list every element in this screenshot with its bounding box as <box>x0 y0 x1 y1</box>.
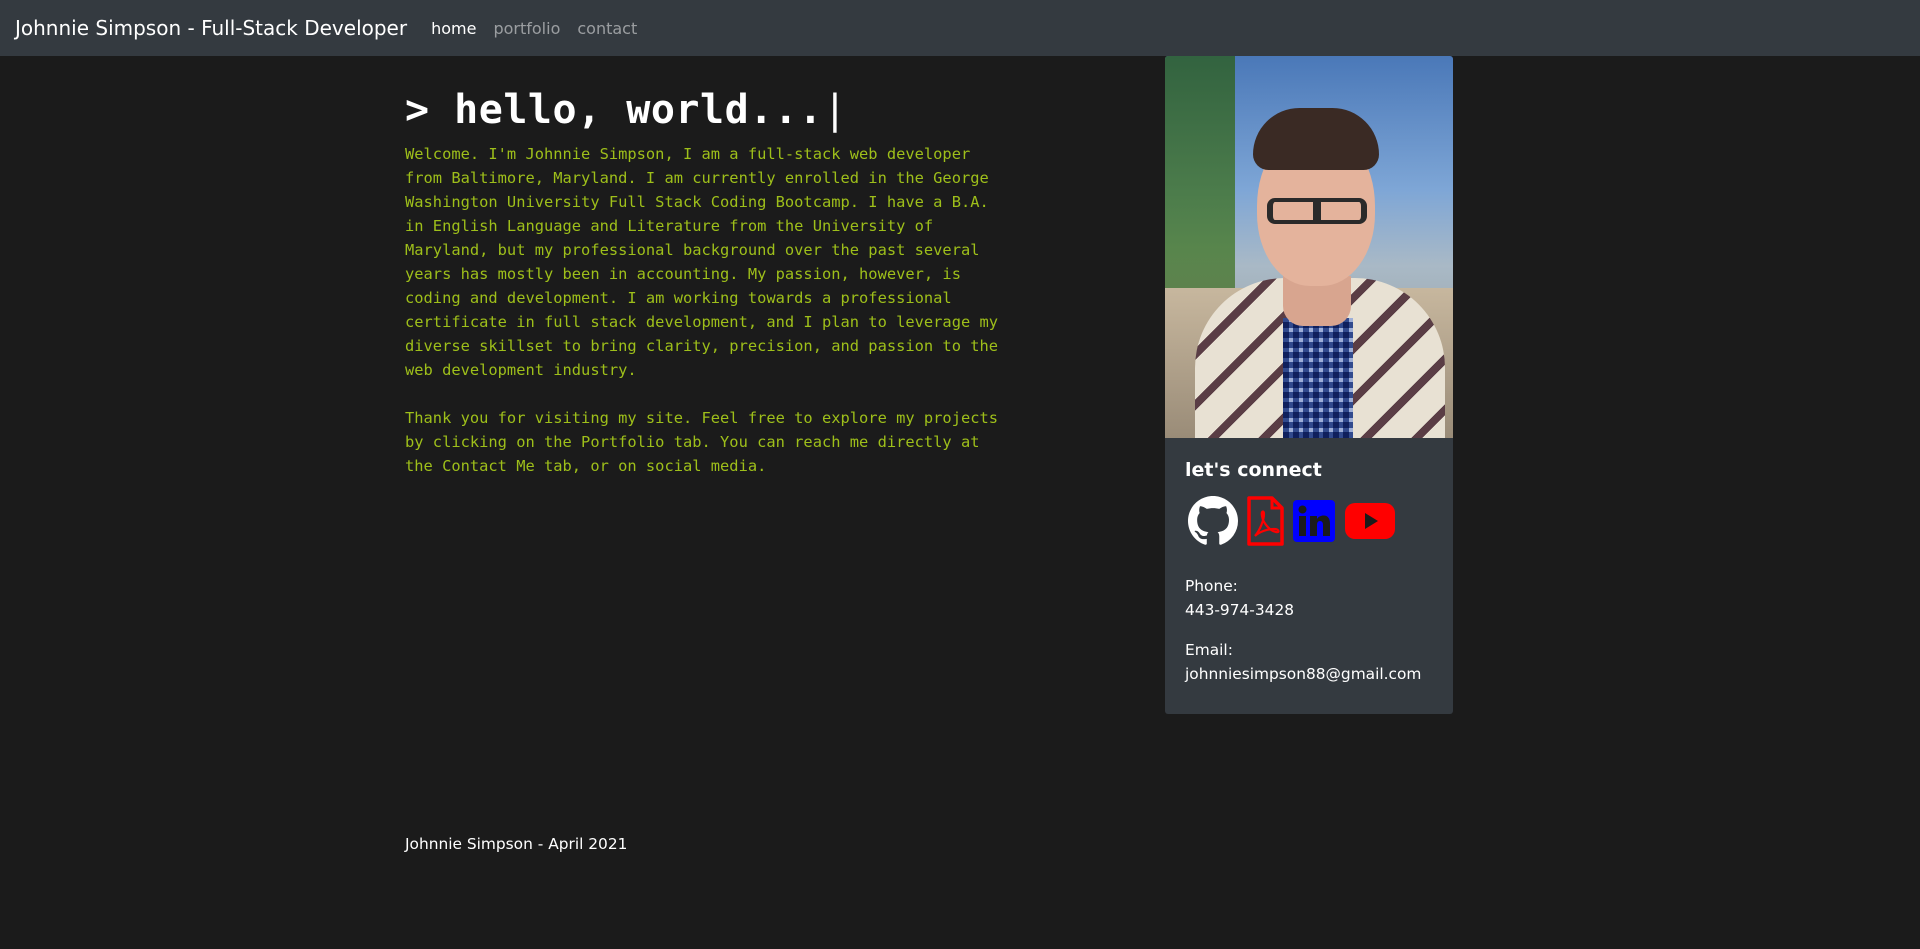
bio: Welcome. I'm Johnnie Simpson, I am a ful… <box>405 142 1005 478</box>
email-label: Email: <box>1185 641 1233 659</box>
email-block: Email: johnniesimpson88@gmail.com <box>1185 638 1433 686</box>
bio-paragraph: Welcome. I'm Johnnie Simpson, I am a ful… <box>405 145 999 379</box>
navbar: Johnnie Simpson - Full-Stack Developer h… <box>0 0 1920 56</box>
phone-label: Phone: <box>1185 577 1238 595</box>
nav-contact[interactable]: contact <box>577 19 637 38</box>
card-body: let's connect Phone: 443-974-3428 Email:… <box>1165 438 1453 686</box>
linkedin-icon[interactable] <box>1292 499 1336 547</box>
github-icon[interactable] <box>1185 496 1238 550</box>
typing-cursor: | <box>822 87 848 133</box>
youtube-icon[interactable] <box>1344 501 1396 545</box>
brand-link[interactable]: Johnnie Simpson - Full-Stack Developer <box>15 16 407 40</box>
footer: Johnnie Simpson - April 2021 <box>405 835 628 853</box>
profile-card: let's connect Phone: 443-974-3428 Email:… <box>1165 56 1453 714</box>
intro-section: > hello, world...| Welcome. I'm Johnnie … <box>405 84 1005 478</box>
nav-home[interactable]: home <box>431 19 476 38</box>
bio-paragraph: Thank you for visiting my site. Feel fre… <box>405 409 999 475</box>
social-icons <box>1185 496 1433 550</box>
hero-heading-text: > hello, world... <box>405 87 823 133</box>
connect-title: let's connect <box>1185 459 1322 481</box>
phone-block: Phone: 443-974-3428 <box>1185 574 1433 622</box>
pdf-icon[interactable] <box>1246 496 1284 550</box>
hero-heading: > hello, world...| <box>405 84 1005 136</box>
profile-photo <box>1165 56 1453 438</box>
email-address[interactable]: johnniesimpson88@gmail.com <box>1185 662 1433 686</box>
nav-portfolio[interactable]: portfolio <box>493 19 560 38</box>
phone-number: 443-974-3428 <box>1185 601 1295 619</box>
